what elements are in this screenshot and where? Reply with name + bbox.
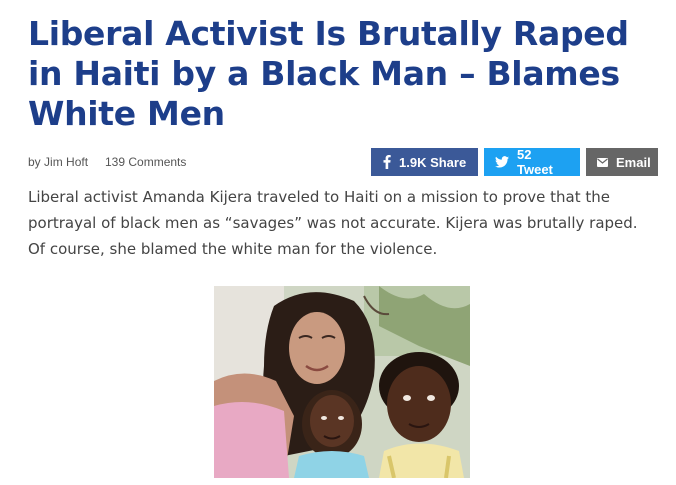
share-buttons: 1.9K Share 52 Tweet Email [371,147,658,177]
comments-link[interactable]: 139 Comments [105,155,186,169]
facebook-share-label: 1.9K Share [399,154,467,170]
article-photo [214,286,470,478]
author-link[interactable]: Jim Hoft [44,155,88,169]
article-lede: Liberal activist Amanda Kijera traveled … [28,188,638,258]
article-meta: by Jim Hoft 139 Comments 1.9K Share 52 T… [28,147,660,178]
byline-prefix: by [28,155,41,169]
email-share-label: Email [616,154,651,170]
facebook-share-button[interactable]: 1.9K Share [371,148,478,176]
twitter-tweet-label: 52 Tweet [517,147,553,177]
twitter-icon [495,156,509,168]
facebook-icon [383,155,391,169]
article-title: Liberal Activist Is Brutally Raped in Ha… [28,14,629,133]
envelope-icon [597,157,608,167]
byline: by Jim Hoft [28,155,88,169]
twitter-tweet-button[interactable]: 52 Tweet [484,147,580,177]
email-share-button[interactable]: Email [586,148,658,176]
